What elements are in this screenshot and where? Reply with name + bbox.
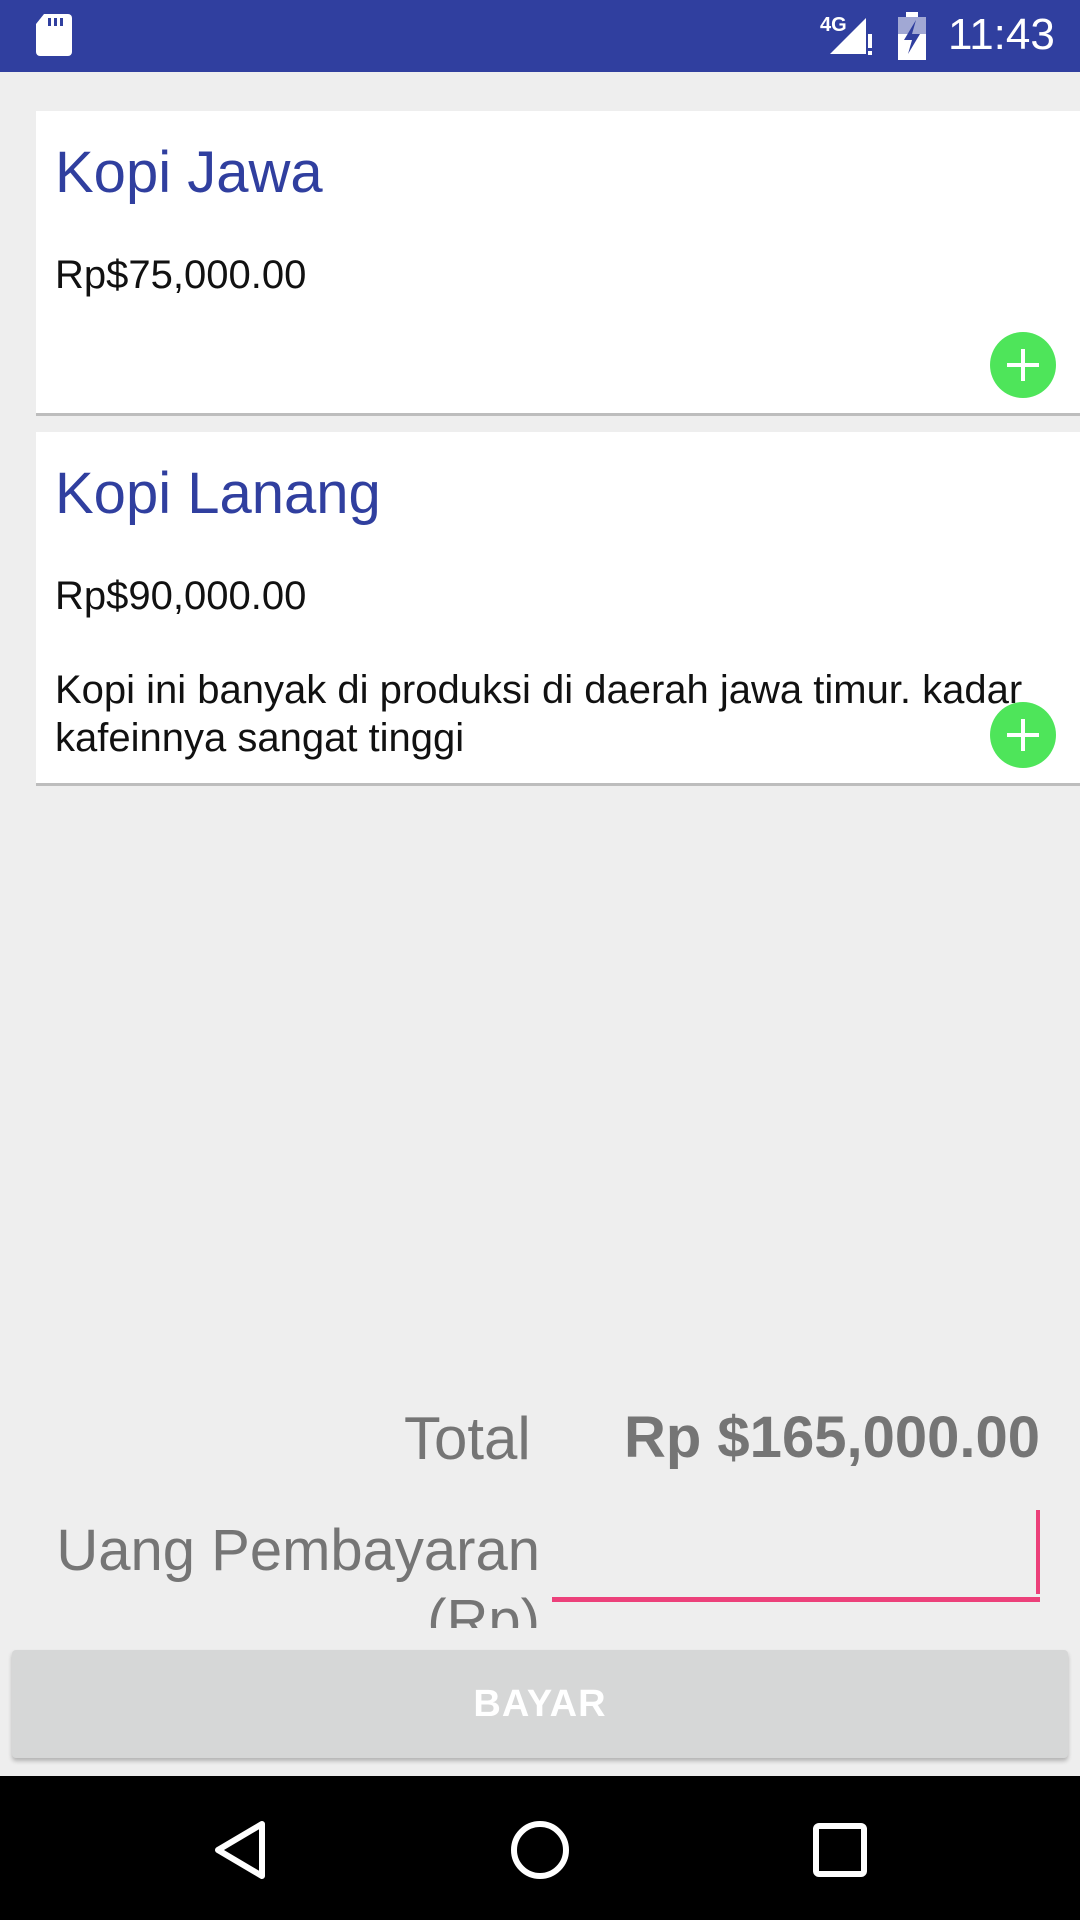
recents-icon[interactable] <box>812 1822 868 1878</box>
signal-icon <box>830 18 872 55</box>
product-description: Kopi ini banyak di produksi di daerah ja… <box>55 668 1023 760</box>
product-name: Kopi Jawa <box>55 140 323 205</box>
battery-icon <box>898 12 926 60</box>
payment-label: Uang Pembayaran (Rp) <box>56 1518 540 1628</box>
product-card[interactable]: Kopi Lanang Rp$90,000.00 Kopi ini banyak… <box>36 432 1080 786</box>
payment-input[interactable] <box>552 1510 1040 1602</box>
back-icon[interactable] <box>212 1820 268 1880</box>
home-icon[interactable] <box>510 1820 570 1880</box>
pay-button[interactable]: BAYAR <box>12 1650 1068 1758</box>
total-label: Total <box>404 1405 531 1472</box>
product-card[interactable]: Kopi Jawa Rp$75,000.00 <box>36 111 1080 416</box>
sd-card-icon <box>36 14 72 56</box>
product-price: Rp$90,000.00 <box>55 574 307 618</box>
clock: 11:43 <box>948 10 1055 59</box>
product-price: Rp$75,000.00 <box>55 253 307 297</box>
add-to-cart-button[interactable] <box>990 332 1056 398</box>
status-bar: 4G 11:43 <box>0 0 1080 72</box>
text-cursor <box>1036 1510 1040 1594</box>
total-value: Rp $165,000.00 <box>624 1405 1040 1470</box>
product-name: Kopi Lanang <box>55 461 381 526</box>
add-to-cart-button[interactable] <box>990 702 1056 768</box>
navigation-bar <box>0 1776 1080 1920</box>
